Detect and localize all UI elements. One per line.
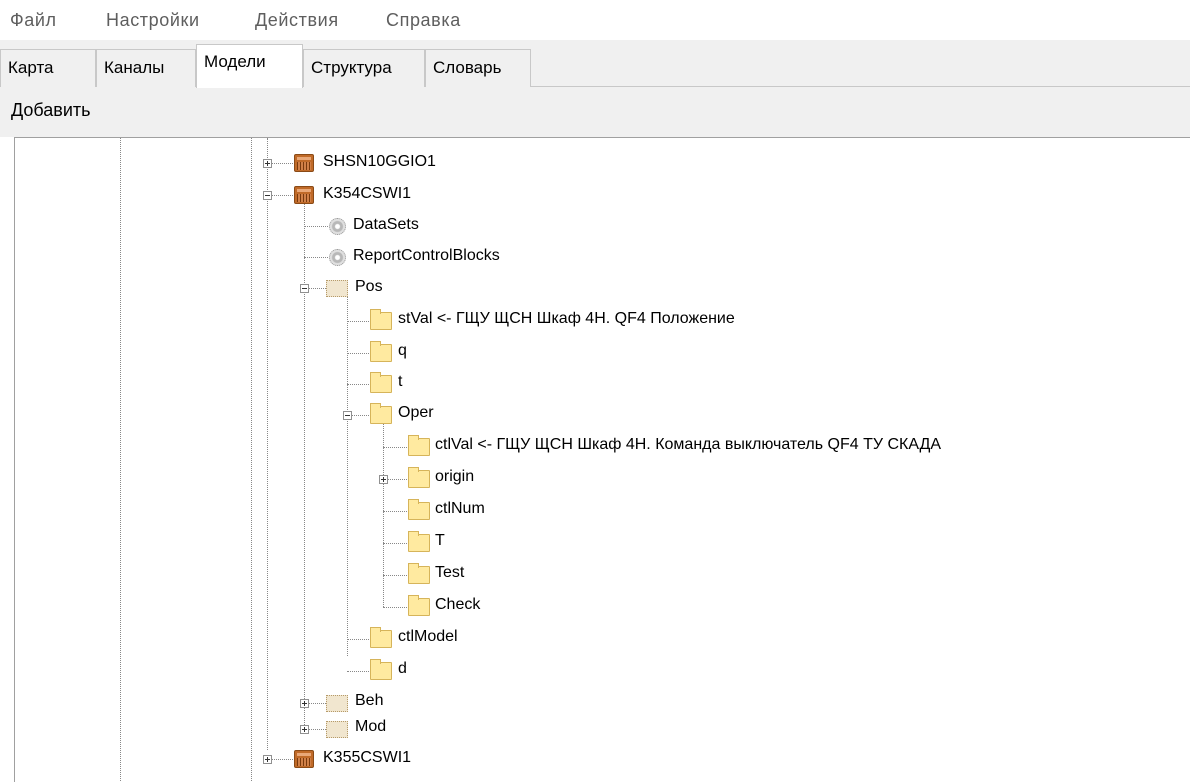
tree-node-k354cswi1[interactable]: K354CSWI1 (323, 185, 411, 203)
folder-icon (370, 403, 392, 424)
tree-node-oper[interactable]: Oper (398, 404, 434, 422)
tree-node-ctlnum[interactable]: ctlNum (435, 500, 485, 518)
tree-node-pos[interactable]: Pos (355, 278, 383, 296)
tree-node-test[interactable]: Test (435, 564, 464, 582)
tab-structure[interactable]: Структура (303, 49, 425, 87)
tree-node-ctlmodel[interactable]: ctlModel (398, 628, 458, 646)
collapse-toggle[interactable] (343, 411, 352, 420)
folder-icon (370, 309, 392, 330)
expand-toggle[interactable] (300, 699, 309, 708)
folder-icon (408, 435, 430, 456)
tab-dictionary[interactable]: Словарь (425, 49, 531, 87)
menu-file[interactable]: Файл (10, 10, 57, 31)
tree-node-d[interactable]: d (398, 660, 407, 678)
tree-node-t[interactable]: t (398, 373, 402, 391)
menu-actions[interactable]: Действия (255, 10, 339, 31)
folder-icon (370, 372, 392, 393)
tree-node-check[interactable]: Check (435, 596, 480, 614)
data-object-icon (326, 280, 348, 297)
menu-bar: Файл Настройки Действия Справка (0, 0, 1190, 40)
collapse-toggle[interactable] (300, 284, 309, 293)
folder-icon (408, 499, 430, 520)
gear-icon (329, 249, 346, 266)
folder-icon (370, 627, 392, 648)
tree-node-ctlval[interactable]: ctlVal <- ГЩУ ЩСН Шкаф 4Н. Команда выклю… (435, 436, 941, 454)
folder-icon (370, 659, 392, 680)
tree-guide-line (304, 195, 305, 729)
data-object-icon (326, 695, 348, 712)
device-icon (294, 154, 314, 172)
expand-toggle[interactable] (300, 725, 309, 734)
add-button[interactable]: Добавить (11, 100, 91, 121)
collapse-toggle[interactable] (263, 191, 272, 200)
data-object-icon (326, 721, 348, 738)
tree-node-beh[interactable]: Beh (355, 692, 383, 710)
tree-node-origin[interactable]: origin (435, 468, 474, 486)
folder-icon (408, 467, 430, 488)
tree-node-reportcontrolblocks[interactable]: ReportControlBlocks (353, 247, 500, 265)
tree-guide-line (267, 138, 268, 750)
toolbar: Добавить (0, 87, 1190, 137)
tree-node-datasets[interactable]: DataSets (353, 216, 419, 234)
tree-node-q[interactable]: q (398, 342, 407, 360)
expand-toggle[interactable] (263, 159, 272, 168)
device-icon (294, 186, 314, 204)
tree-guide-line (347, 294, 348, 656)
tab-map[interactable]: Карта (0, 49, 96, 87)
expand-toggle[interactable] (263, 755, 272, 764)
tree-node-stval[interactable]: stVal <- ГЩУ ЩСН Шкаф 4Н. QF4 Положение (398, 310, 735, 328)
tree-node-shsn10ggio1[interactable]: SHSN10GGIO1 (323, 153, 436, 171)
device-icon (294, 750, 314, 768)
menu-help[interactable]: Справка (386, 10, 461, 31)
tree-guide-line (383, 423, 384, 607)
menu-settings[interactable]: Настройки (106, 10, 200, 31)
folder-icon (408, 531, 430, 552)
tree-node-k355cswi1[interactable]: K355CSWI1 (323, 749, 411, 767)
tree-guide-line (120, 138, 121, 782)
tab-channels[interactable]: Каналы (96, 49, 196, 87)
tree-node-T[interactable]: T (435, 532, 445, 550)
expand-toggle[interactable] (379, 475, 388, 484)
tree-node-mod[interactable]: Mod (355, 718, 386, 736)
folder-icon (408, 595, 430, 616)
folder-icon (408, 563, 430, 584)
gear-icon (329, 218, 346, 235)
tab-models[interactable]: Модели (196, 44, 303, 88)
folder-icon (370, 341, 392, 362)
tree-guide-line (251, 138, 252, 782)
model-tree[interactable]: SHSN10GGIO1 K354CSWI1 DataSets ReportCon… (14, 137, 1190, 782)
